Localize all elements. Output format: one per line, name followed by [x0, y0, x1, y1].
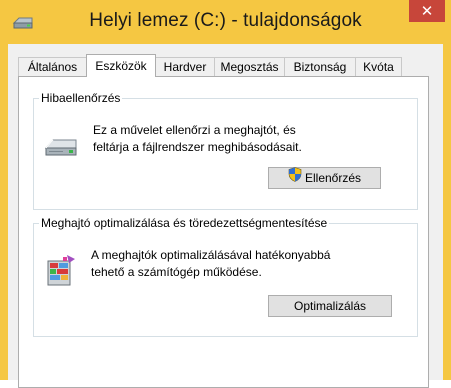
- optimize-description-line1: A meghajtók optimalizálásával hatékonyab…: [91, 248, 331, 262]
- properties-window: Helyi lemez (C:) - tulajdonságok ✕ Által…: [0, 0, 451, 388]
- tab-hardware[interactable]: Hardver: [155, 57, 215, 76]
- close-button[interactable]: ✕: [409, 0, 445, 22]
- error-check-description-line2: feltárja a fájlrendszer meghibásodásait.: [93, 140, 302, 154]
- hard-drive-icon: [43, 136, 79, 165]
- window-title: Helyi lemez (C:) - tulajdonságok: [89, 10, 362, 31]
- error-check-description-line1: Ez a művelet ellenőrzi a meghajtót, és: [93, 123, 296, 137]
- close-icon[interactable]: ✕: [421, 2, 434, 20]
- error-check-title: Hibaellenőrzés: [39, 91, 123, 105]
- optimize-group: Meghajtó optimalizálása és töredezettség…: [33, 216, 418, 337]
- title-bar[interactable]: Helyi lemez (C:) - tulajdonságok ✕: [0, 0, 451, 44]
- optimize-button-label: Optimalizálás: [293, 299, 367, 313]
- optimize-button[interactable]: Optimalizálás: [268, 295, 392, 317]
- check-button[interactable]: Ellenőrzés: [268, 167, 381, 189]
- optimize-title: Meghajtó optimalizálása és töredezettség…: [39, 216, 330, 230]
- uac-shield-icon: [288, 167, 302, 188]
- defrag-icon: [45, 253, 77, 292]
- tools-tab-panel: Hibaellenőrzés Ez a művelet ellenőrzi a …: [18, 76, 429, 388]
- check-button-label: Ellenőrzés: [304, 171, 362, 185]
- tab-quota[interactable]: Kvóta: [355, 57, 402, 76]
- error-check-group: Hibaellenőrzés Ez a művelet ellenőrzi a …: [33, 91, 418, 210]
- tab-general[interactable]: Általános: [18, 57, 87, 76]
- optimize-description-line2: tehető a számítógép működése.: [91, 265, 262, 279]
- tab-tools[interactable]: Eszközök: [86, 54, 156, 77]
- tab-strip: Általános Eszközök Hardver Megosztás Biz…: [18, 54, 428, 77]
- tab-sharing[interactable]: Megosztás: [214, 57, 285, 76]
- tab-security[interactable]: Biztonság: [284, 57, 356, 76]
- dialog-client-area: Általános Eszközök Hardver Megosztás Biz…: [8, 44, 443, 388]
